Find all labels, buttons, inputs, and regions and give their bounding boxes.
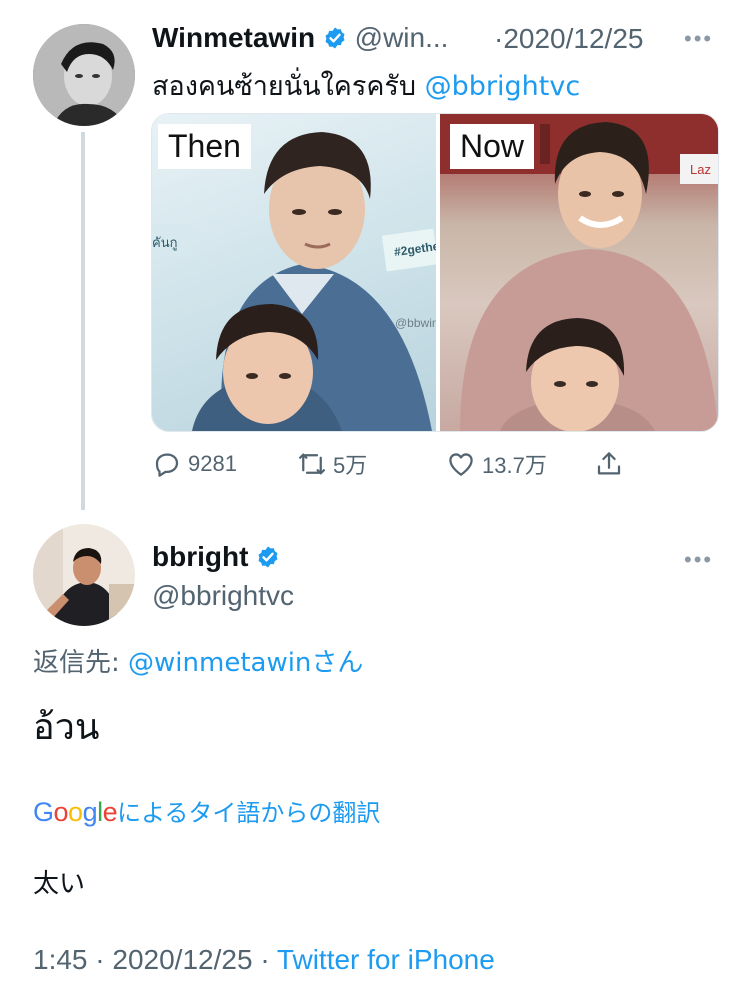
retweet-count: 5万 [333,453,368,478]
tweet-handle[interactable]: @win... [355,22,449,53]
tweet-text: สองคนซ้ายนั่นใครครับ @bbrightvc [152,64,580,107]
avatar-bbright-art [33,524,135,626]
media-now-label: Now [450,124,535,169]
tweet-more-icon[interactable]: ••• [684,26,713,52]
reply-source-link[interactable]: Twitter for iPhone [277,944,495,975]
media-panel-now: Now Laz [440,114,718,431]
tweet-display-name[interactable]: Winmetawin [152,22,315,53]
google-letter: e [102,797,118,827]
reply-action-button[interactable]: 9281 [152,446,237,482]
avatar-bbright[interactable] [33,524,135,626]
thread-connector-line [81,132,85,510]
reply-to-user-link[interactable]: @winmetawinさん [128,648,363,678]
translation-credit[interactable]: Googleによるタイ語からの翻訳 [33,793,380,828]
meta-dot: · [260,944,270,975]
reply-time[interactable]: 1:45 [33,944,88,975]
reply-text: อ้วน [33,707,100,748]
google-letter: o [68,797,83,827]
translation-credit-text[interactable]: によるタイ語からの翻訳 [117,799,380,827]
google-letter: g [82,797,98,827]
retweet-action-button[interactable]: 5万 [297,446,367,482]
tweet-date-row: ·2020/12/25 [494,23,643,55]
meta-dot: · [95,944,105,975]
share-icon [597,452,621,475]
reply-date[interactable]: 2020/12/25 [112,944,252,975]
reply-handle[interactable]: @bbrightvc [152,580,294,612]
verified-badge-icon [325,27,345,49]
tweet-mention-link[interactable]: @bbrightvc [425,71,581,102]
like-count: 13.7万 [482,453,547,478]
reply-author-row: bbright [152,541,280,573]
reply-to-line: 返信先: @winmetawinさん [33,642,363,679]
tweet-media-image[interactable]: Then #2gethe คันกู @bbwin_12 Now Laz [151,113,719,432]
translated-text: 太い [33,869,86,899]
tweet-text-body: สองคนซ้ายนั่นใครครับ [152,71,425,102]
media-panel-then: Then #2gethe คันกู @bbwin_12 [152,114,459,431]
avatar-portrait-art [33,24,135,126]
heart-icon [449,453,473,476]
media-sign-text-2: คันกู [152,236,178,251]
media-then-label: Then [158,124,251,169]
tweet-date[interactable]: 2020/12/25 [503,23,643,54]
google-logo: Google [33,797,118,827]
google-letter: G [33,797,54,827]
tweet-date-separator: · [494,23,504,54]
reply-more-icon[interactable]: ••• [684,547,713,573]
verified-badge-icon [258,546,278,568]
reply-icon [155,453,179,477]
google-letter: o [53,797,69,827]
avatar-winmetawin[interactable] [33,24,135,126]
reply-to-prefix: 返信先: [33,648,129,678]
reply-count: 9281 [188,451,237,476]
like-action-button[interactable]: 13.7万 [446,446,547,482]
tweet-author-row: Winmetawin @win... [152,22,448,54]
retweet-icon [299,453,325,475]
share-action-button[interactable] [594,446,624,482]
media-sign-text-3: Laz [690,162,711,177]
reply-meta-row: 1:45 · 2020/12/25 · Twitter for iPhone [33,944,495,976]
reply-display-name[interactable]: bbright [152,541,248,572]
